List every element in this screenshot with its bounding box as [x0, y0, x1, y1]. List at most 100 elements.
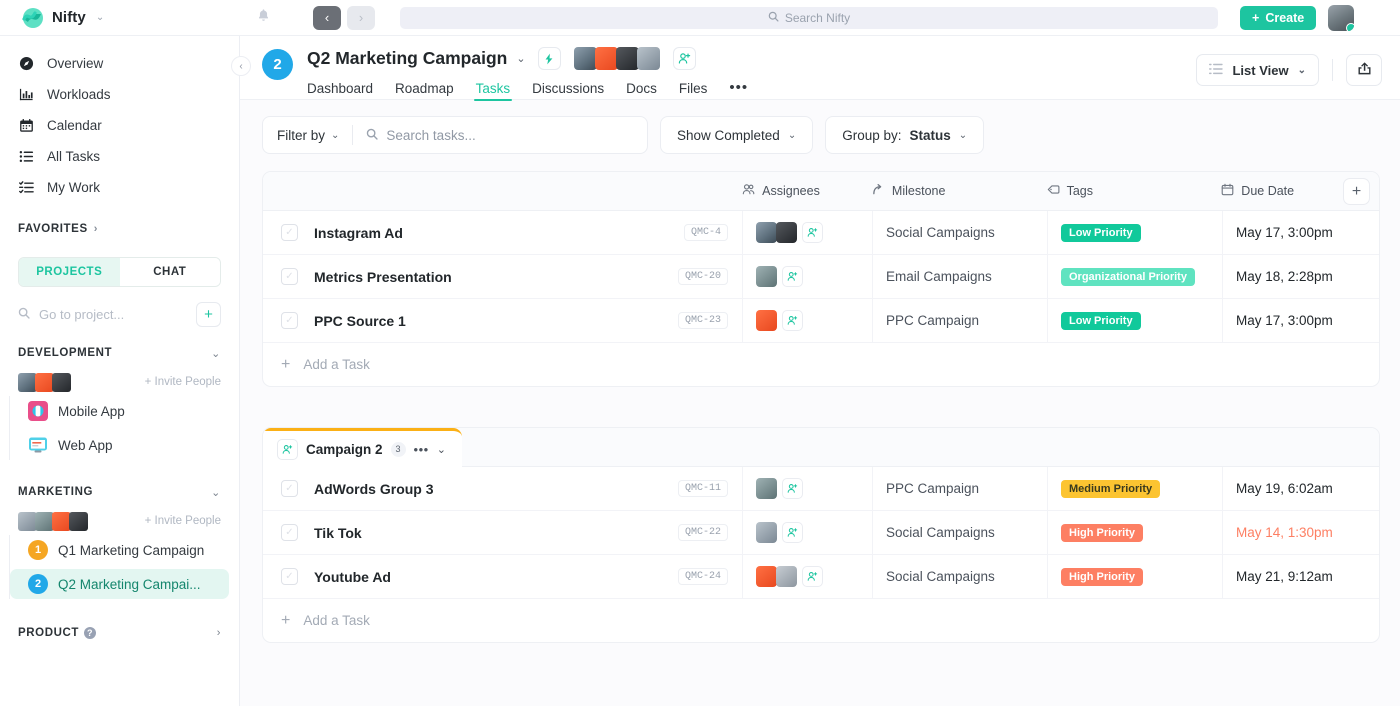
group-more-icon[interactable]: ••• — [414, 442, 429, 457]
search-tasks-input[interactable]: Search tasks... — [386, 128, 475, 143]
milestone-cell[interactable]: PPC Campaign — [873, 467, 1048, 510]
sidebar-item-all-tasks[interactable]: All Tasks — [0, 141, 239, 172]
tab-dashboard[interactable]: Dashboard — [307, 81, 373, 101]
chevron-down-icon[interactable]: ⌄ — [437, 443, 446, 456]
add-column-button[interactable]: + — [1343, 178, 1370, 205]
invite-people-link[interactable]: + Invite People — [145, 515, 221, 527]
assignees-cell[interactable] — [743, 467, 873, 510]
sidebar-group-development[interactable]: DEVELOPMENT ⌄ — [0, 343, 239, 363]
share-button[interactable] — [1346, 54, 1382, 86]
sidebar-item-q1-marketing-campaign[interactable]: 1 Q1 Marketing Campaign — [10, 535, 229, 565]
task-checkbox[interactable]: ✓ — [281, 312, 298, 329]
table-row[interactable]: ✓ Tik Tok QMC-22 Social Campaigns High P… — [263, 511, 1379, 555]
chevron-down-icon[interactable]: ⌄ — [516, 52, 525, 65]
task-checkbox[interactable]: ✓ — [281, 568, 298, 585]
add-assignee-button[interactable] — [802, 566, 823, 587]
tab-projects[interactable]: PROJECTS — [19, 258, 120, 286]
favorites-section-header[interactable]: FAVORITES › — [0, 223, 239, 235]
project-search-input[interactable]: Go to project... — [39, 307, 187, 322]
add-task-row[interactable]: + Add a Task — [263, 343, 1379, 386]
due-date-cell[interactable]: May 21, 9:12am — [1223, 555, 1379, 598]
help-icon[interactable]: ? — [84, 627, 96, 639]
due-date-cell[interactable]: May 19, 6:02am — [1223, 467, 1379, 510]
add-assignee-button[interactable] — [802, 222, 823, 243]
filter-by-button[interactable]: Filter by ⌄ — [277, 128, 339, 143]
tab-chat[interactable]: CHAT — [120, 258, 221, 286]
show-completed-button[interactable]: Show Completed ⌄ — [660, 116, 813, 154]
task-checkbox[interactable]: ✓ — [281, 480, 298, 497]
more-tabs-icon[interactable]: ••• — [729, 79, 748, 102]
chevron-right-icon[interactable]: › — [217, 627, 221, 639]
milestone-cell[interactable]: PPC Campaign — [873, 299, 1048, 342]
due-date-cell[interactable]: May 17, 3:00pm — [1223, 211, 1379, 254]
add-project-button[interactable]: + — [196, 302, 221, 327]
add-person-icon[interactable] — [673, 47, 696, 70]
table-row[interactable]: ✓ Metrics Presentation QMC-20 Email Camp… — [263, 255, 1379, 299]
lightning-icon[interactable] — [538, 47, 561, 70]
sidebar-item-q2-marketing-campaign[interactable]: 2 Q2 Marketing Campai... — [10, 569, 229, 599]
tags-cell[interactable]: Medium Priority — [1048, 467, 1223, 510]
chevron-down-icon[interactable]: ⌄ — [211, 347, 221, 360]
sidebar-collapse-button[interactable]: ‹ — [231, 56, 251, 76]
assignees-cell[interactable] — [743, 211, 873, 254]
sidebar-item-my-work[interactable]: My Work — [0, 172, 239, 203]
tags-cell[interactable]: High Priority — [1048, 511, 1223, 554]
group-tab-campaign-2[interactable]: Campaign 2 3 ••• ⌄ — [263, 428, 462, 467]
tags-cell[interactable]: Low Priority — [1048, 211, 1223, 254]
chevron-down-icon[interactable]: ⌄ — [211, 486, 221, 499]
sidebar-item-overview[interactable]: Overview — [0, 48, 239, 79]
assignees-cell[interactable] — [743, 555, 873, 598]
table-row[interactable]: ✓ Youtube Ad QMC-24 Social Campaigns Hig… — [263, 555, 1379, 599]
brand-logo-area[interactable]: Nifty ⌄ — [0, 0, 226, 36]
due-date-cell[interactable]: May 14, 1:30pm — [1223, 511, 1379, 554]
tab-docs[interactable]: Docs — [626, 81, 657, 101]
task-checkbox[interactable]: ✓ — [281, 524, 298, 541]
tags-cell[interactable]: High Priority — [1048, 555, 1223, 598]
sidebar-group-product[interactable]: PRODUCT? › — [0, 623, 239, 643]
assignees-cell[interactable] — [743, 255, 873, 298]
add-assignee-button[interactable] — [782, 522, 803, 543]
milestone-cell[interactable]: Social Campaigns — [873, 555, 1048, 598]
table-row[interactable]: ✓ Instagram Ad QMC-4 Social Campaigns Lo… — [263, 211, 1379, 255]
chevron-down-icon[interactable]: ⌄ — [96, 12, 104, 23]
tags-cell[interactable]: Low Priority — [1048, 299, 1223, 342]
sidebar-item-mobile-app[interactable]: Mobile App — [10, 396, 229, 426]
add-assignee-button[interactable] — [782, 310, 803, 331]
tab-roadmap[interactable]: Roadmap — [395, 81, 454, 101]
column-header-milestone[interactable]: Milestone — [872, 183, 1047, 199]
assignees-cell[interactable] — [743, 299, 873, 342]
tab-discussions[interactable]: Discussions — [532, 81, 604, 101]
sidebar-group-marketing[interactable]: MARKETING ⌄ — [0, 482, 239, 502]
tags-cell[interactable]: Organizational Priority — [1048, 255, 1223, 298]
milestone-cell[interactable]: Email Campaigns — [873, 255, 1048, 298]
task-checkbox[interactable]: ✓ — [281, 268, 298, 285]
user-avatar[interactable] — [1328, 5, 1354, 31]
milestone-cell[interactable]: Social Campaigns — [873, 211, 1048, 254]
milestone-cell[interactable]: Social Campaigns — [873, 511, 1048, 554]
global-search-input[interactable]: Search Nifty — [400, 7, 1218, 29]
assignees-cell[interactable] — [743, 511, 873, 554]
task-checkbox[interactable]: ✓ — [281, 224, 298, 241]
group-tab-campaign-1[interactable]: Campaign 1 3 ••• ⌄ — [263, 171, 462, 172]
add-assignee-button[interactable] — [782, 478, 803, 499]
due-date-cell[interactable]: May 17, 3:00pm — [1223, 299, 1379, 342]
tab-files[interactable]: Files — [679, 81, 708, 101]
avatar-stack[interactable] — [18, 373, 69, 392]
back-button[interactable]: ‹ — [313, 6, 341, 30]
group-by-button[interactable]: Group by: Status ⌄ — [825, 116, 984, 154]
table-row[interactable]: ✓ PPC Source 1 QMC-23 PPC Campaign Low P… — [263, 299, 1379, 343]
due-date-cell[interactable]: May 18, 2:28pm — [1223, 255, 1379, 298]
sidebar-item-workloads[interactable]: Workloads — [0, 79, 239, 110]
sidebar-item-web-app[interactable]: Web App — [10, 430, 229, 460]
create-button[interactable]: + Create — [1240, 6, 1316, 30]
column-header-assignees[interactable]: Assignees — [742, 183, 872, 199]
forward-button[interactable]: › — [347, 6, 375, 30]
table-row[interactable]: ✓ AdWords Group 3 QMC-11 PPC Campaign Me… — [263, 467, 1379, 511]
column-header-tags[interactable]: Tags — [1047, 183, 1222, 199]
add-task-row[interactable]: + Add a Task — [263, 599, 1379, 642]
project-member-avatars[interactable] — [574, 47, 658, 70]
sidebar-item-calendar[interactable]: Calendar — [0, 110, 239, 141]
invite-people-link[interactable]: + Invite People — [145, 376, 221, 388]
bell-icon[interactable] — [256, 8, 271, 27]
view-switcher-button[interactable]: List View ⌄ — [1196, 54, 1319, 86]
